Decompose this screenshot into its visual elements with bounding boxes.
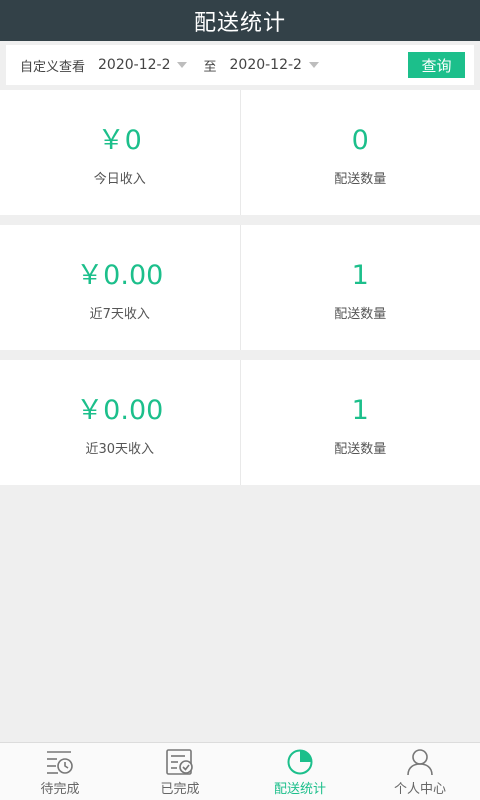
top-bar: 配送统计 bbox=[0, 0, 480, 41]
tab-label: 配送统计 bbox=[273, 782, 326, 797]
delivery-count-value: 0 bbox=[351, 125, 369, 156]
delivery-count-value: 1 bbox=[351, 260, 369, 291]
income-value: ￥0 bbox=[97, 125, 142, 156]
tab-pending[interactable]: 待完成 bbox=[0, 743, 120, 800]
delivery-count-cell: 1 配送数量 bbox=[241, 225, 480, 350]
query-button[interactable]: 查询 bbox=[408, 52, 465, 78]
income-value: ￥0.00 bbox=[76, 260, 164, 291]
delivery-count-value: 1 bbox=[351, 395, 369, 426]
end-date-value: 2020-12-2 bbox=[229, 57, 302, 73]
person-icon bbox=[407, 749, 433, 776]
stats-card-30days: ￥0.00 近30天收入 1 配送数量 bbox=[0, 360, 480, 485]
delivery-count-cell: 1 配送数量 bbox=[241, 360, 480, 485]
delivery-count-cell: 0 配送数量 bbox=[241, 90, 480, 215]
income-label: 近30天收入 bbox=[85, 442, 155, 457]
delivery-count-label: 配送数量 bbox=[334, 172, 387, 187]
delivery-count-label: 配送数量 bbox=[334, 442, 387, 457]
date-separator: 至 bbox=[203, 59, 217, 75]
income-value: ￥0.00 bbox=[76, 395, 164, 426]
tab-label: 待完成 bbox=[40, 782, 80, 797]
tab-label: 已完成 bbox=[160, 782, 200, 797]
delivery-count-label: 配送数量 bbox=[334, 307, 387, 322]
tab-profile[interactable]: 个人中心 bbox=[360, 743, 480, 800]
dropdown-arrow-icon bbox=[308, 62, 319, 68]
dropdown-arrow-icon bbox=[177, 62, 188, 68]
page-title: 配送统计 bbox=[193, 10, 286, 36]
filter-label: 自定义查看 bbox=[20, 59, 86, 75]
stats-card-today: ￥0 今日收入 0 配送数量 bbox=[0, 90, 480, 215]
tab-label: 个人中心 bbox=[393, 782, 446, 797]
stats-card-7days: ￥0.00 近7天收入 1 配送数量 bbox=[0, 225, 480, 350]
pie-chart-icon bbox=[287, 749, 313, 775]
date-filter-bar: 自定义查看 2020-12-2 至 2020-12-2 查询 bbox=[6, 45, 474, 85]
tab-delivery-stats[interactable]: 配送统计 bbox=[240, 743, 360, 800]
start-date-select[interactable]: 2020-12-2 bbox=[98, 57, 188, 73]
bottom-tab-bar: 待完成 已完成 配送统计 个人中心 bbox=[0, 742, 480, 800]
income-cell: ￥0 今日收入 bbox=[0, 90, 241, 215]
tab-completed[interactable]: 已完成 bbox=[120, 743, 240, 800]
start-date-value: 2020-12-2 bbox=[98, 57, 171, 73]
income-cell: ￥0.00 近7天收入 bbox=[0, 225, 241, 350]
completed-doc-icon bbox=[166, 749, 193, 775]
income-label: 今日收入 bbox=[93, 172, 146, 187]
end-date-select[interactable]: 2020-12-2 bbox=[230, 57, 319, 73]
pending-list-icon bbox=[47, 751, 73, 774]
income-label: 近7天收入 bbox=[89, 307, 150, 322]
income-cell: ￥0.00 近30天收入 bbox=[0, 360, 241, 485]
